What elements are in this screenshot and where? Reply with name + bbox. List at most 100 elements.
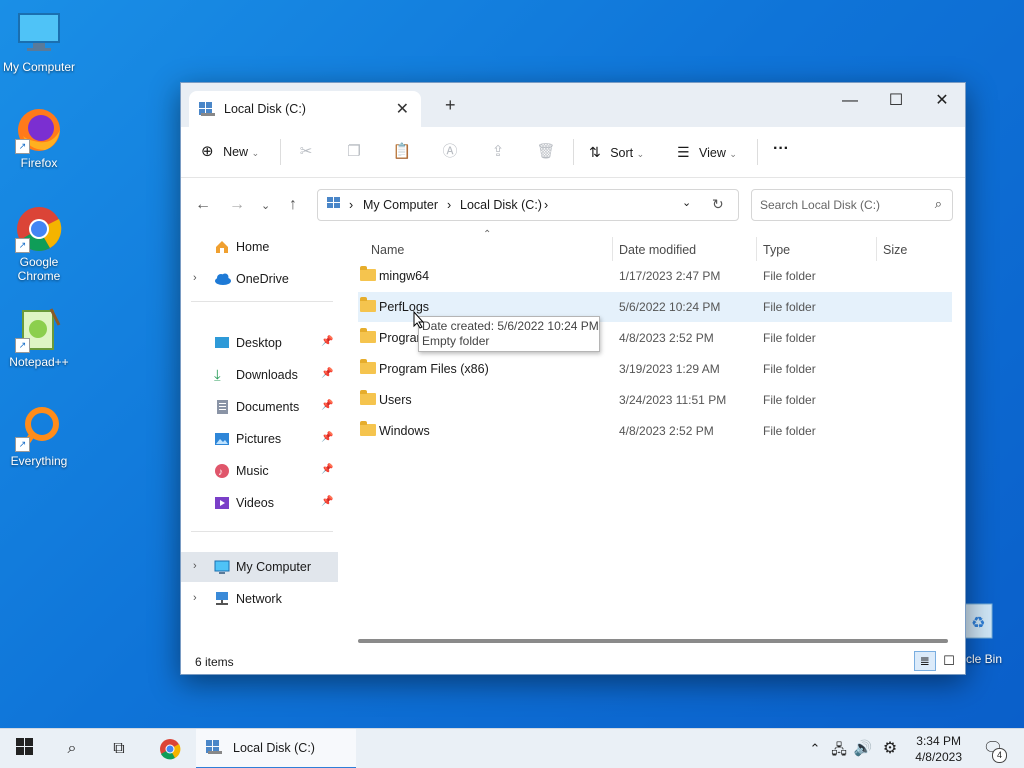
drive-icon <box>199 102 215 119</box>
details-view-icon[interactable]: ≣ <box>913 651 936 671</box>
desktop-icon-label: Google Chrome <box>17 255 61 283</box>
search-input[interactable]: Search Local Disk (C:) ⌕ <box>751 189 953 221</box>
sidebar-item-network[interactable]: › Network <box>181 584 338 614</box>
sidebar-item-desktop[interactable]: Desktop 📌 <box>181 328 338 358</box>
firefox-icon: ↗ <box>15 106 63 154</box>
chevron-right-icon[interactable]: › <box>193 560 197 572</box>
desktop-icon-chrome[interactable]: ↗ Google Chrome <box>1 205 77 283</box>
share-icon[interactable]: ⇪ <box>487 141 509 163</box>
close-tab-icon[interactable]: ✕ <box>396 99 409 119</box>
show-hidden-icons-chevron-icon[interactable]: ⌃ <box>804 738 826 760</box>
close-window-button[interactable]: ✕ <box>919 87 965 117</box>
sidebar-item-pictures[interactable]: Pictures 📌 <box>181 424 338 454</box>
column-header-type[interactable]: Type <box>763 243 790 257</box>
sidebar-item-music[interactable]: ♪ Music 📌 <box>181 456 338 486</box>
separator <box>757 139 758 165</box>
table-row[interactable]: Windows 4/8/2023 2:52 PM File folder <box>358 416 952 446</box>
more-options-button[interactable]: ··· <box>773 138 789 160</box>
file-date: 4/8/2023 2:52 PM <box>619 424 714 438</box>
pin-icon[interactable]: 📌 <box>321 368 333 379</box>
sidebar-item-documents[interactable]: Documents 📌 <box>181 392 338 422</box>
task-view-icon[interactable]: ⧉ <box>108 738 130 760</box>
chevron-right-icon[interactable]: › <box>193 272 197 284</box>
sidebar-item-my-computer[interactable]: › My Computer <box>181 552 338 582</box>
cloud-icon <box>214 271 231 287</box>
new-button[interactable]: ⊕ New ⌄ <box>201 141 259 163</box>
table-row[interactable]: Program Files (x86) 3/19/2023 1:29 AM Fi… <box>358 354 952 384</box>
chevron-right-icon[interactable]: › <box>193 592 197 604</box>
everything-icon: ↗ <box>15 404 63 452</box>
command-bar: ⊕ New ⌄ ✂ ❐ 📋 Ⓐ ⇪ 🗑 ⇅ Sort ⌄ ☰ View ⌄ ··… <box>181 127 965 178</box>
pin-icon[interactable]: 📌 <box>321 400 333 411</box>
search-icon[interactable]: ⌕ <box>61 738 83 760</box>
file-name: Users <box>379 393 412 407</box>
sort-icon: ⇅ <box>589 144 601 160</box>
cut-icon[interactable]: ✂ <box>295 141 317 163</box>
view-button[interactable]: ☰ View ⌄ <box>677 141 737 163</box>
column-separator[interactable] <box>612 237 613 261</box>
separator <box>573 139 574 165</box>
sidebar-item-onedrive[interactable]: › OneDrive <box>181 264 338 294</box>
settings-gear-icon[interactable]: ⚙ <box>879 738 901 760</box>
desktop-icon-recycle-bin[interactable]: ♻ ycle Bin <box>960 602 1002 666</box>
pin-icon[interactable]: 📌 <box>321 336 333 347</box>
horizontal-scrollbar[interactable] <box>358 639 948 643</box>
refresh-icon[interactable]: ↻ <box>712 196 724 213</box>
copy-icon[interactable]: ❐ <box>343 141 365 163</box>
breadcrumb-local-disk[interactable]: Local Disk (C:) <box>460 198 542 212</box>
address-bar[interactable]: › My Computer › Local Disk (C:) › ⌄ ↻ <box>317 189 739 221</box>
tab-local-disk[interactable]: Local Disk (C:) ✕ <box>189 91 421 127</box>
column-separator[interactable] <box>756 237 757 261</box>
new-tab-button[interactable]: + <box>445 95 456 116</box>
desktop-icon-label: Notepad++ <box>9 355 69 369</box>
column-header-name[interactable]: Name <box>371 243 404 257</box>
column-separator[interactable] <box>876 237 877 261</box>
file-date: 1/17/2023 2:47 PM <box>619 269 721 283</box>
table-row[interactable]: mingw64 1/17/2023 2:47 PM File folder <box>358 261 952 291</box>
rename-icon[interactable]: Ⓐ <box>439 141 461 163</box>
sidebar-item-home[interactable]: Home <box>181 232 338 262</box>
network-icon <box>214 591 230 607</box>
up-arrow-icon[interactable]: ↑ <box>289 196 297 214</box>
tiles-view-icon[interactable]: ☐ <box>939 652 959 670</box>
file-date: 3/24/2023 11:51 PM <box>619 393 727 407</box>
clock[interactable]: 3:34 PM 4/8/2023 <box>915 733 962 765</box>
desktop-icon-label: Firefox <box>20 156 58 170</box>
minimize-button[interactable]: — <box>827 87 873 117</box>
folder-icon <box>360 421 376 436</box>
file-name: Windows <box>379 424 430 438</box>
back-arrow-icon[interactable]: ← <box>195 196 211 214</box>
pin-icon[interactable]: 📌 <box>321 464 333 475</box>
desktop-icon-everything[interactable]: ↗ Everything <box>1 404 77 468</box>
sort-button[interactable]: ⇅ Sort ⌄ <box>589 141 644 163</box>
network-tray-icon[interactable]: 🖧 <box>828 738 850 760</box>
forward-arrow-icon[interactable]: → <box>229 196 245 214</box>
sidebar-item-label: Network <box>236 592 282 606</box>
delete-icon[interactable]: 🗑 <box>535 141 557 163</box>
desktop-icon-my-computer[interactable]: My Computer <box>1 10 77 74</box>
search-icon[interactable]: ⌕ <box>935 196 942 212</box>
shortcut-arrow-icon: ↗ <box>15 338 30 353</box>
sidebar-item-downloads[interactable]: ⤓ Downloads 📌 <box>181 360 338 390</box>
breadcrumb-my-computer[interactable]: My Computer <box>363 198 438 212</box>
table-row[interactable]: Users 3/24/2023 11:51 PM File folder <box>358 385 952 415</box>
file-name: Program Files (x86) <box>379 362 489 376</box>
maximize-button[interactable]: ☐ <box>873 87 919 117</box>
desktop-icon-notepadpp[interactable]: ↗ Notepad++ <box>1 305 77 369</box>
taskbar-chrome-icon[interactable] <box>159 738 181 760</box>
download-icon: ⤓ <box>214 367 221 384</box>
start-button[interactable] <box>14 738 36 760</box>
desktop-icon-firefox[interactable]: ↗ Firefox <box>1 106 77 170</box>
volume-icon[interactable]: 🔊 <box>852 738 874 760</box>
pin-icon[interactable]: 📌 <box>321 432 333 443</box>
column-header-size[interactable]: Size <box>883 243 907 257</box>
address-dropdown-icon[interactable]: ⌄ <box>682 196 691 209</box>
tab-title: Local Disk (C:) <box>224 102 306 116</box>
sidebar-item-videos[interactable]: Videos 📌 <box>181 488 338 518</box>
taskbar-item-explorer[interactable]: Local Disk (C:) <box>196 729 356 768</box>
notification-icon[interactable]: 🗨 4 <box>982 738 1007 763</box>
recent-chevron-icon[interactable]: ⌄ <box>261 199 270 212</box>
paste-icon[interactable]: 📋 <box>391 141 413 163</box>
pin-icon[interactable]: 📌 <box>321 496 333 507</box>
column-header-date[interactable]: Date modified <box>619 243 696 257</box>
